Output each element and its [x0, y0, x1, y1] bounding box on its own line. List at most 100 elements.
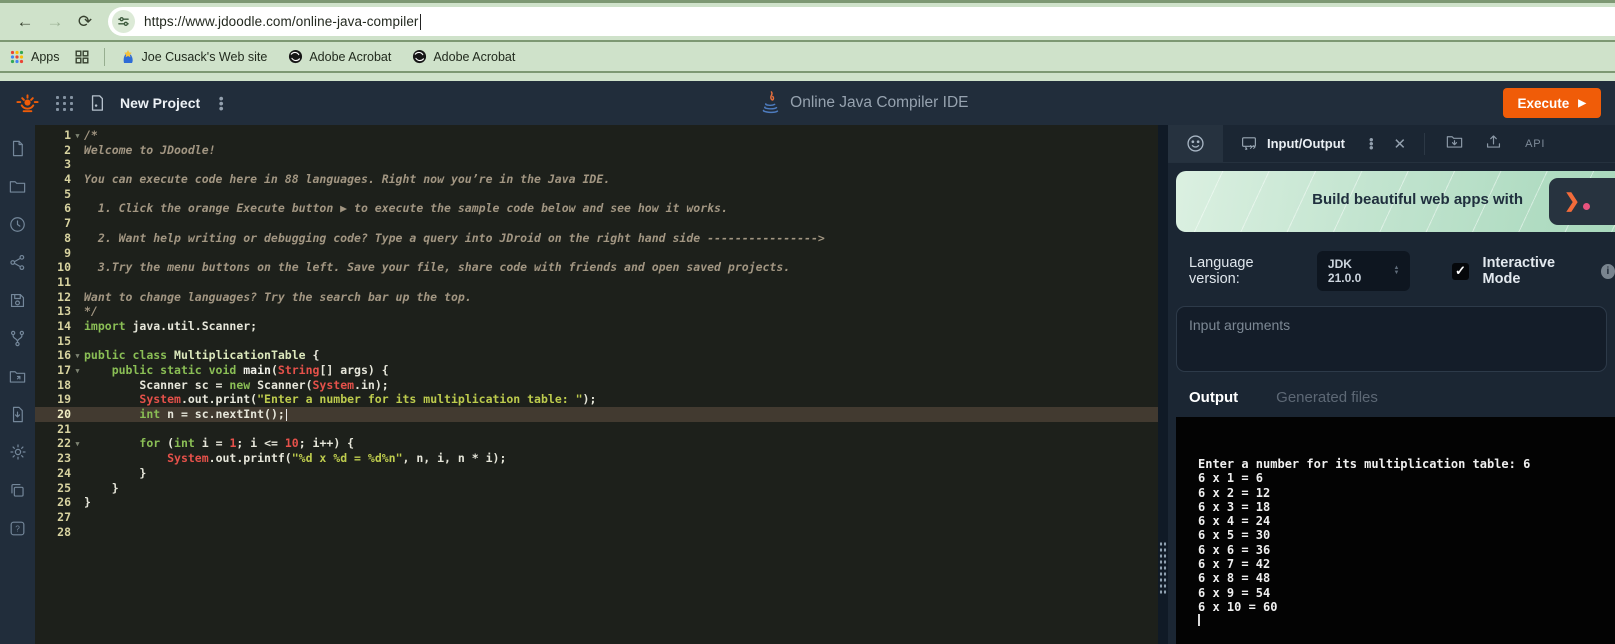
fold-arrow-icon[interactable]: ▼ — [71, 362, 84, 379]
code-line-18[interactable]: 18 Scanner sc = new Scanner(System.in); — [35, 378, 1158, 393]
code-line-1[interactable]: 1 ▼/* — [35, 128, 1158, 143]
code-editor[interactable]: 1 ▼/* 2 Welcome to JDoodle! 3 4 You can execut… — [35, 125, 1158, 644]
code-line-2[interactable]: 2 Welcome to JDoodle! — [35, 143, 1158, 158]
fold-arrow-icon[interactable]: ▼ — [71, 435, 84, 452]
fold-gutter — [71, 237, 84, 239]
code-line-5[interactable]: 5 — [35, 187, 1158, 202]
drag-grip-icon[interactable] — [1159, 541, 1167, 595]
share-icon[interactable] — [8, 252, 28, 272]
tab-input-output[interactable]: Input/Output — [1240, 135, 1345, 152]
code-line-6[interactable]: 6 1. Click the orange Execute button ▶ t… — [35, 201, 1158, 216]
select-arrows-icon: ▲ ▼ — [1393, 265, 1400, 276]
language-version-select[interactable]: JDK 21.0.0 ▲ ▼ — [1316, 251, 1411, 291]
code-line-19[interactable]: 19 System.out.print("Enter a number for … — [35, 392, 1158, 407]
upload-icon[interactable] — [1484, 132, 1503, 156]
fold-arrow-icon[interactable]: ▼ — [71, 127, 84, 144]
tab-output[interactable]: Output — [1189, 389, 1238, 406]
globe-icon — [412, 49, 427, 64]
site-settings-icon[interactable] — [112, 10, 135, 33]
code-text: } — [84, 480, 119, 495]
line-number: 11 — [57, 274, 71, 289]
line-number: 26 — [57, 495, 71, 510]
fold-gutter — [71, 487, 84, 489]
jdroid-tab[interactable] — [1168, 125, 1223, 162]
line-number: 14 — [57, 318, 71, 333]
project-name[interactable]: New Project — [120, 95, 200, 111]
reload-icon[interactable]: ⟳ — [70, 12, 100, 32]
copy-icon[interactable] — [8, 480, 28, 500]
code-line-17[interactable]: 17 ▼ public static void main(String[] arg… — [35, 363, 1158, 378]
line-number: 28 — [57, 524, 71, 539]
jdoodle-logo-icon[interactable] — [14, 90, 41, 117]
panel-resize-handle[interactable] — [1158, 125, 1168, 644]
code-line-7[interactable]: 7 — [35, 216, 1158, 231]
address-bar[interactable]: https://www.jdoodle.com/online-java-comp… — [108, 7, 1615, 36]
code-line-10[interactable]: 10 3.Try the menu buttons on the left. S… — [35, 260, 1158, 275]
code-line-4[interactable]: 4 You can execute code here in 88 languag… — [35, 172, 1158, 187]
help-icon[interactable]: ? — [8, 518, 28, 538]
code-line-20[interactable]: 20 int n = sc.nextInt(); — [35, 407, 1158, 422]
line-number: 10 — [57, 260, 71, 275]
code-line-12[interactable]: 12 Want to change languages? Try the sear… — [35, 290, 1158, 305]
code-line-24[interactable]: 24 } — [35, 466, 1158, 481]
project-menu-kebab-icon[interactable]: • • • — [215, 91, 227, 115]
folder-icon[interactable] — [8, 176, 28, 196]
code-text: 3.Try the menu buttons on the left. Save… — [84, 260, 791, 275]
forward-icon[interactable]: → — [40, 12, 70, 32]
code-line-23[interactable]: 23 System.out.printf("%d x %d = %d%n", n… — [35, 451, 1158, 466]
code-text: 2. Want help writing or debugging code? … — [84, 230, 825, 245]
code-text: */ — [84, 304, 98, 319]
apps-grid-icon[interactable] — [10, 50, 24, 64]
info-icon[interactable]: i — [1600, 263, 1615, 279]
code-line-13[interactable]: 13 */ — [35, 304, 1158, 319]
close-panel-icon[interactable]: ✕ — [1394, 135, 1407, 153]
projects-grid-icon[interactable] — [56, 95, 74, 111]
interactive-mode-checkbox[interactable]: ✓ — [1452, 262, 1469, 280]
tab-generated-files[interactable]: Generated files — [1276, 389, 1378, 406]
promo-brand-tile[interactable]: ❯ — [1549, 178, 1615, 225]
bookmark-adobe-2[interactable]: Adobe Acrobat — [412, 49, 515, 64]
execute-button[interactable]: Execute ▶ — [1502, 88, 1601, 118]
code-line-14[interactable]: 14 import java.util.Scanner; — [35, 319, 1158, 334]
history-icon[interactable] — [8, 214, 28, 234]
url-text[interactable]: https://www.jdoodle.com/online-java-comp… — [144, 14, 419, 29]
io-menu-kebab-icon[interactable]: • • • — [1369, 133, 1374, 154]
open-project-icon[interactable] — [8, 366, 28, 386]
code-line-27[interactable]: 27 — [35, 510, 1158, 525]
reading-list-grid-icon[interactable] — [75, 50, 89, 64]
code-line-26[interactable]: 26} — [35, 495, 1158, 510]
bookmarks-bar: Apps Joe Cusack's Web site Adobe Acrobat — [0, 40, 1615, 71]
git-branch-icon[interactable] — [8, 328, 28, 348]
code-line-8[interactable]: 8 2. Want help writing or debugging code… — [35, 231, 1158, 246]
bookmark-joe-cusack[interactable]: Joe Cusack's Web site — [120, 49, 267, 65]
code-line-25[interactable]: 25 } — [35, 481, 1158, 496]
file-icon[interactable] — [8, 138, 28, 158]
java-logo-icon — [761, 91, 780, 115]
fold-gutter — [71, 296, 84, 298]
code-line-3[interactable]: 3 — [35, 157, 1158, 172]
io-panel-toolbar: Input/Output • • • ✕ API — [1168, 125, 1615, 163]
back-icon[interactable]: ← — [10, 12, 40, 32]
bookmark-adobe-1[interactable]: Adobe Acrobat — [288, 49, 391, 64]
settings-icon[interactable] — [8, 442, 28, 462]
code-line-9[interactable]: 9 — [35, 246, 1158, 261]
code-line-15[interactable]: 15 — [35, 334, 1158, 349]
apps-label[interactable]: Apps — [31, 50, 60, 64]
download-file-icon[interactable] — [8, 404, 28, 424]
api-link[interactable]: API — [1525, 138, 1545, 150]
browser-window: ← → ⟳ https://www.jdoodle.com/online-jav… — [0, 0, 1615, 644]
code-line-16[interactable]: 16 ▼ public class MultiplicationTable { — [35, 348, 1158, 363]
line-number: 15 — [57, 333, 71, 348]
code-line-21[interactable]: 21 — [35, 422, 1158, 437]
output-console[interactable]: Enter a number for its multiplication ta… — [1176, 417, 1615, 644]
code-line-11[interactable]: 11 — [35, 275, 1158, 290]
save-icon[interactable] — [8, 290, 28, 310]
promo-banner[interactable]: Build beautiful web apps with ❯ — [1176, 171, 1615, 232]
code-line-28[interactable]: 28 — [35, 525, 1158, 540]
new-file-icon[interactable] — [89, 94, 105, 112]
open-folder-icon[interactable] — [1445, 132, 1464, 156]
fold-gutter — [71, 413, 84, 415]
code-line-22[interactable]: 22 ▼ for (int i = 1; i <= 10; i++) { — [35, 436, 1158, 451]
fold-gutter — [71, 267, 84, 269]
input-arguments-field[interactable] — [1176, 306, 1607, 372]
